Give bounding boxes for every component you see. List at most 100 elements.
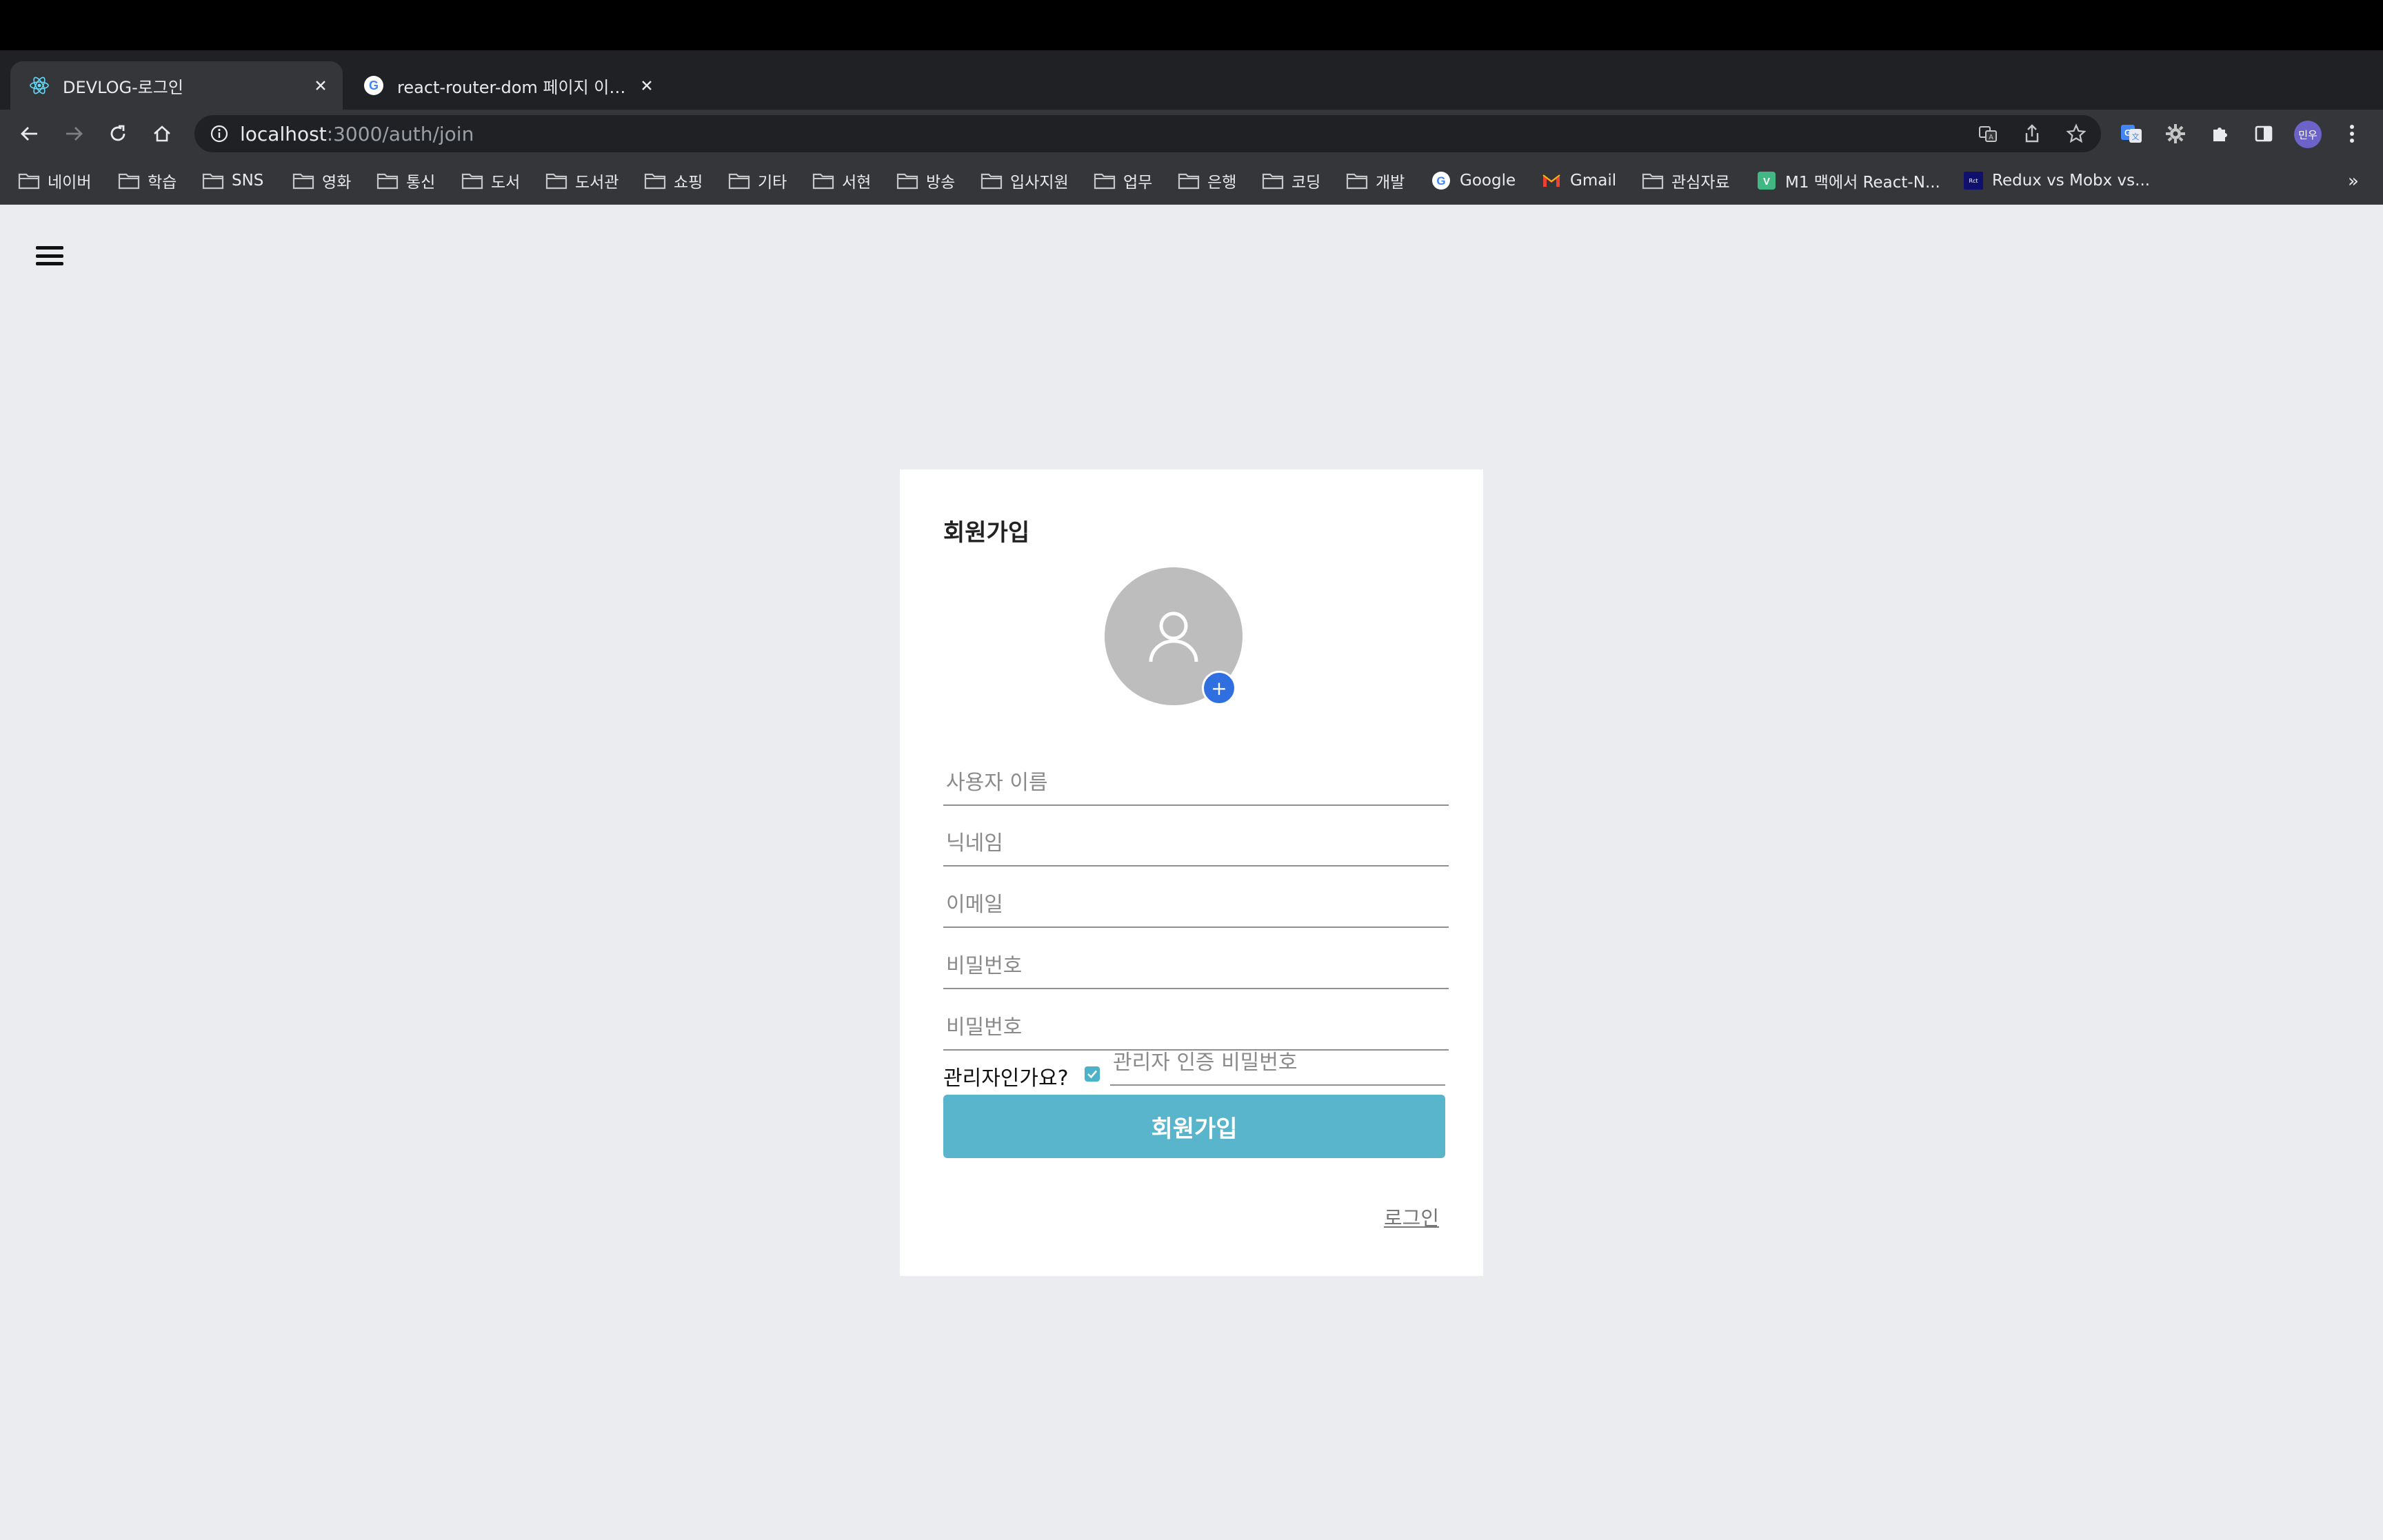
reload-icon[interactable] bbox=[102, 118, 134, 150]
login-link[interactable]: 로그인 bbox=[1384, 1202, 1439, 1231]
svg-text:V: V bbox=[1763, 176, 1770, 188]
browser-toolbar: localhost:3000/auth/join A G文 민우 bbox=[0, 110, 2383, 158]
bookmark-item[interactable]: V M1 맥에서 React-N... bbox=[1755, 166, 1940, 195]
profile-avatar[interactable]: 민우 bbox=[2294, 121, 2322, 148]
bookmark-item[interactable]: 개발 bbox=[1345, 166, 1405, 195]
forward-icon[interactable] bbox=[58, 118, 90, 150]
site-info-icon[interactable] bbox=[207, 121, 232, 146]
bookmark-item[interactable]: 영화 bbox=[292, 166, 351, 195]
bookmark-item[interactable]: 방송 bbox=[896, 166, 955, 195]
folder-icon bbox=[17, 171, 41, 190]
bookmark-item[interactable]: 기타 bbox=[727, 166, 787, 195]
svg-text:文: 文 bbox=[2132, 132, 2140, 141]
bookmark-item[interactable]: 도서관 bbox=[545, 166, 619, 195]
bookmark-item[interactable]: Gmail bbox=[1540, 166, 1616, 195]
bookmark-label: 방송 bbox=[926, 174, 956, 192]
signup-card: 회원가입 + 관리자인가요? 회원가입 로그인 bbox=[900, 469, 1483, 1276]
bookmark-item[interactable]: 업무 bbox=[1093, 166, 1152, 195]
tab-devlog[interactable]: DEVLOG-로그인 bbox=[10, 61, 343, 110]
email-field[interactable] bbox=[943, 880, 1449, 928]
folder-icon bbox=[1641, 171, 1665, 190]
svg-text:G: G bbox=[369, 79, 379, 92]
gmail-icon bbox=[1540, 171, 1563, 190]
bookmark-item[interactable]: 도서 bbox=[461, 166, 520, 195]
folder-icon bbox=[812, 171, 835, 190]
address-bar[interactable]: localhost:3000/auth/join bbox=[194, 115, 2101, 152]
translate-icon[interactable]: A bbox=[1972, 118, 2004, 150]
bookmark-label: 코딩 bbox=[1291, 174, 1321, 192]
bookmark-label: Gmail bbox=[1570, 172, 1617, 190]
password-input[interactable] bbox=[943, 954, 1449, 988]
bookmark-item[interactable]: 학습 bbox=[117, 166, 177, 195]
admin-checkbox[interactable] bbox=[1085, 1066, 1100, 1082]
bookmark-item[interactable]: 은행 bbox=[1177, 166, 1236, 195]
email-input[interactable] bbox=[943, 893, 1449, 926]
folder-icon bbox=[1093, 171, 1116, 190]
bookmarks-overflow-button[interactable]: » bbox=[2343, 168, 2364, 195]
folder-icon bbox=[643, 171, 667, 190]
extensions-puzzle-icon[interactable] bbox=[2204, 118, 2235, 150]
bookmark-label: 통신 bbox=[406, 174, 436, 192]
url-path: :3000/auth/join bbox=[326, 122, 474, 145]
bookmark-item[interactable]: 코딩 bbox=[1261, 166, 1320, 195]
folder-icon bbox=[545, 171, 568, 190]
bookmark-label: SNS bbox=[232, 172, 264, 190]
folder-icon bbox=[896, 171, 919, 190]
bookmark-label: 개발 bbox=[1376, 174, 1405, 192]
back-icon[interactable] bbox=[14, 118, 46, 150]
bookmark-item[interactable]: 쇼핑 bbox=[643, 166, 703, 195]
bookmark-label: 업무 bbox=[1123, 174, 1153, 192]
google-translate-extension-icon[interactable]: G文 bbox=[2115, 118, 2147, 150]
bookmark-item[interactable]: G Google bbox=[1429, 166, 1516, 195]
bookmark-label: 서현 bbox=[842, 174, 872, 192]
bookmark-item[interactable]: 통신 bbox=[376, 166, 435, 195]
close-tab-icon[interactable] bbox=[307, 72, 334, 99]
gear-extension-icon[interactable] bbox=[2160, 118, 2191, 150]
url-text: localhost:3000/auth/join bbox=[240, 123, 474, 145]
bookmark-label: 학습 bbox=[148, 174, 177, 192]
username-field[interactable] bbox=[943, 758, 1449, 806]
check-icon bbox=[1087, 1070, 1097, 1079]
password-field[interactable] bbox=[943, 941, 1449, 989]
top-bar bbox=[0, 0, 2383, 50]
folder-icon bbox=[117, 171, 141, 190]
folder-icon bbox=[292, 171, 315, 190]
more-menu-icon[interactable] bbox=[2336, 118, 2368, 150]
bookmark-label: 영화 bbox=[322, 174, 352, 192]
folder-icon bbox=[376, 171, 399, 190]
url-host: localhost bbox=[240, 122, 327, 145]
username-input[interactable] bbox=[943, 771, 1449, 804]
bookmark-item[interactable]: Rct Redux vs Mobx vs... bbox=[1962, 166, 2150, 195]
bookmark-star-icon[interactable] bbox=[2060, 118, 2092, 150]
bookmark-label: 기타 bbox=[758, 174, 787, 192]
signup-submit-button[interactable]: 회원가입 bbox=[943, 1095, 1445, 1158]
add-photo-button[interactable]: + bbox=[1202, 671, 1236, 705]
nickname-field[interactable] bbox=[943, 818, 1449, 867]
svg-text:A: A bbox=[1989, 134, 1993, 141]
tab-title: DEVLOG-로그인 bbox=[63, 77, 183, 97]
bookmark-item[interactable]: 서현 bbox=[812, 166, 871, 195]
bookmark-item[interactable]: 네이버 bbox=[17, 166, 91, 195]
tab-bar: DEVLOG-로그인 G react-router-dom 페이지 이동 - G… bbox=[0, 50, 2383, 148]
bookmark-item[interactable]: 입사지원 bbox=[980, 166, 1069, 195]
admin-password-input[interactable] bbox=[1110, 1051, 1445, 1084]
share-icon[interactable] bbox=[2016, 118, 2048, 150]
menu-icon[interactable] bbox=[34, 243, 65, 268]
nickname-input[interactable] bbox=[943, 831, 1449, 865]
bookmark-item[interactable]: SNS bbox=[201, 166, 263, 195]
folder-icon bbox=[980, 171, 1003, 190]
svg-text:G: G bbox=[1436, 174, 1445, 188]
folder-icon bbox=[461, 171, 484, 190]
home-icon[interactable] bbox=[146, 118, 178, 150]
google-icon: G bbox=[363, 74, 385, 97]
close-tab-icon[interactable] bbox=[633, 72, 661, 99]
admin-password-field[interactable] bbox=[1110, 1037, 1445, 1086]
svg-text:Rct: Rct bbox=[1969, 178, 1978, 184]
tab-google-search[interactable]: G react-router-dom 페이지 이동 - Google bbox=[345, 61, 669, 110]
google-icon: G bbox=[1429, 171, 1453, 190]
bookmark-item[interactable]: 관심자료 bbox=[1641, 166, 1730, 195]
folder-icon bbox=[1345, 171, 1369, 190]
react-site-icon: Rct bbox=[1962, 171, 1985, 190]
tab-title: react-router-dom 페이지 이동 - Google bbox=[397, 77, 633, 97]
side-panel-icon[interactable] bbox=[2248, 118, 2280, 150]
